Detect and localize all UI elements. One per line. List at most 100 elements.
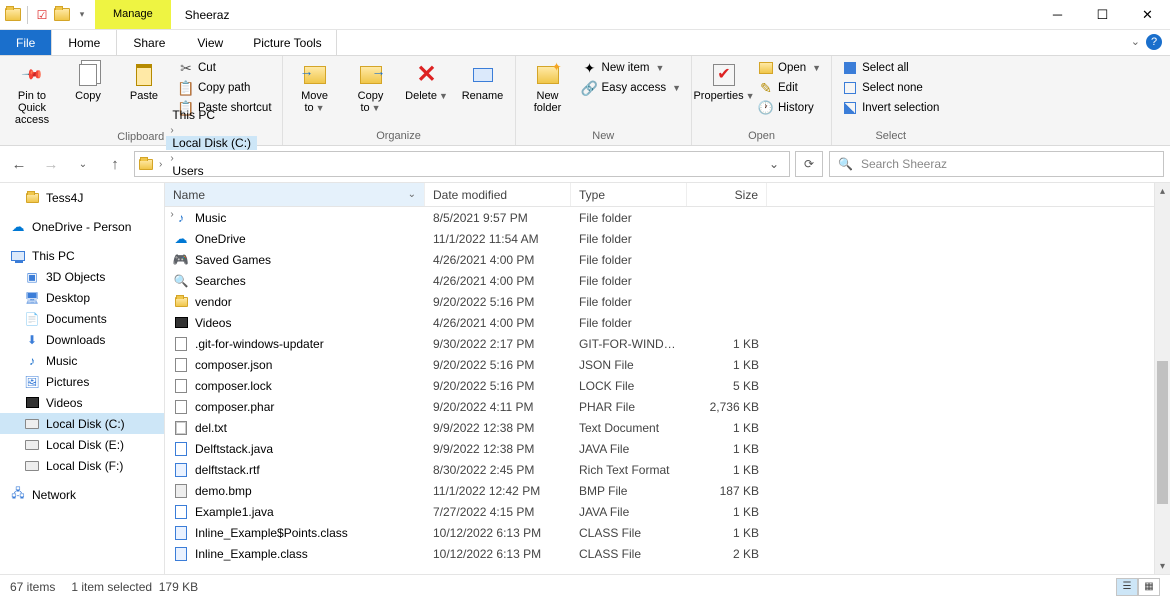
group-select: Select all Select none Invert selection … bbox=[832, 56, 949, 145]
file-type: File folder bbox=[571, 316, 687, 330]
copy-button[interactable]: Copy bbox=[62, 58, 114, 106]
column-type[interactable]: Type bbox=[571, 183, 687, 206]
tab-home[interactable]: Home bbox=[51, 30, 117, 55]
tree-3d-objects[interactable]: ▣3D Objects bbox=[0, 266, 164, 287]
file-row[interactable]: Inline_Example$Points.class10/12/2022 6:… bbox=[165, 522, 1170, 543]
nav-up-button[interactable]: ↑ bbox=[102, 151, 128, 177]
file-row[interactable]: Example1.java7/27/2022 4:15 PMJAVA File1… bbox=[165, 501, 1170, 522]
file-type: File folder bbox=[571, 274, 687, 288]
music-icon: ♪ bbox=[24, 353, 40, 369]
copy-path-button[interactable]: 📋Copy path bbox=[174, 78, 276, 98]
breadcrumb-segment[interactable]: Local Disk (C:) bbox=[166, 136, 257, 150]
tree-onedrive[interactable]: ☁OneDrive - Person bbox=[0, 216, 164, 237]
open-button[interactable]: Open▼ bbox=[754, 58, 825, 78]
new-item-button[interactable]: ✦New item▼ bbox=[578, 58, 685, 78]
tree-desktop[interactable]: 🖥Desktop bbox=[0, 287, 164, 308]
breadcrumb-segment[interactable]: This PC bbox=[166, 108, 257, 122]
address-dropdown-icon[interactable]: ⌄ bbox=[761, 157, 787, 171]
cut-button[interactable]: ✂Cut bbox=[174, 58, 276, 78]
window-title: Sheeraz bbox=[171, 0, 244, 29]
select-none-button[interactable]: Select none bbox=[838, 78, 943, 98]
file-row[interactable]: Inline_Example.class10/12/2022 6:13 PMCL… bbox=[165, 543, 1170, 564]
tree-music[interactable]: ♪Music bbox=[0, 350, 164, 371]
file-row[interactable]: vendor9/20/2022 5:16 PMFile folder bbox=[165, 291, 1170, 312]
new-folder-button[interactable]: New folder bbox=[522, 58, 574, 118]
paste-button[interactable]: Paste bbox=[118, 58, 170, 106]
tab-file[interactable]: File bbox=[0, 30, 51, 55]
copy-icon bbox=[75, 62, 101, 88]
tree-videos[interactable]: Videos bbox=[0, 392, 164, 413]
vertical-scrollbar[interactable]: ▴ ▾ bbox=[1154, 183, 1170, 574]
downloads-icon: ⬇ bbox=[24, 332, 40, 348]
edit-button[interactable]: Edit bbox=[754, 78, 825, 98]
nav-back-button[interactable]: ← bbox=[6, 151, 32, 177]
column-date[interactable]: Date modified bbox=[425, 183, 571, 206]
maximize-button[interactable]: ☐ bbox=[1080, 0, 1125, 29]
tab-picture-tools[interactable]: Picture Tools bbox=[239, 30, 336, 55]
file-size: 1 KB bbox=[687, 442, 767, 456]
collapse-ribbon-icon[interactable]: ⌄ bbox=[1131, 35, 1140, 48]
scroll-up-icon[interactable]: ▴ bbox=[1155, 183, 1170, 199]
address-bar[interactable]: › This PC›Local Disk (C:)›Users›Sheeraz›… bbox=[134, 151, 790, 177]
file-row[interactable]: composer.lock9/20/2022 5:16 PMLOCK File5… bbox=[165, 375, 1170, 396]
tree-downloads[interactable]: ⬇Downloads bbox=[0, 329, 164, 350]
file-row[interactable]: Delftstack.java9/9/2022 12:38 PMJAVA Fil… bbox=[165, 438, 1170, 459]
help-icon[interactable]: ? bbox=[1146, 34, 1162, 50]
column-name[interactable]: Name⌄ bbox=[165, 183, 425, 206]
tree-pictures[interactable]: 🖼Pictures bbox=[0, 371, 164, 392]
file-row[interactable]: 🔍Searches4/26/2021 4:00 PMFile folder bbox=[165, 270, 1170, 291]
easy-access-button[interactable]: 🔗Easy access▼ bbox=[578, 78, 685, 98]
tree-this-pc[interactable]: This PC bbox=[0, 245, 164, 266]
manage-contextual-tab[interactable]: Manage bbox=[95, 0, 171, 29]
tab-share[interactable]: Share bbox=[117, 30, 181, 55]
file-row[interactable]: demo.bmp11/1/2022 12:42 PMBMP File187 KB bbox=[165, 480, 1170, 501]
pin-to-quick-access-button[interactable]: 📌 Pin to Quick access bbox=[6, 58, 58, 130]
tree-tess4j[interactable]: Tess4J bbox=[0, 187, 164, 208]
copy-to-button[interactable]: → Copy to▼ bbox=[345, 58, 397, 118]
thumbnails-view-button[interactable]: ▦ bbox=[1138, 578, 1160, 596]
delete-button[interactable]: ✕ Delete▼ bbox=[401, 58, 453, 106]
tree-local-disk-e[interactable]: Local Disk (E:) bbox=[0, 434, 164, 455]
file-row[interactable]: .git-for-windows-updater9/30/2022 2:17 P… bbox=[165, 333, 1170, 354]
address-root-chevron-icon[interactable]: › bbox=[155, 159, 166, 170]
tab-view[interactable]: View bbox=[181, 30, 239, 55]
file-row[interactable]: ♪Music8/5/2021 9:57 PMFile folder bbox=[165, 207, 1170, 228]
scroll-down-icon[interactable]: ▾ bbox=[1155, 558, 1170, 574]
file-row[interactable]: composer.json9/20/2022 5:16 PMJSON File1… bbox=[165, 354, 1170, 375]
group-new-label: New bbox=[522, 129, 685, 143]
file-row[interactable]: ☁OneDrive11/1/2022 11:54 AMFile folder bbox=[165, 228, 1170, 249]
refresh-button[interactable]: ⟳ bbox=[795, 151, 823, 177]
rename-button[interactable]: Rename bbox=[457, 58, 509, 106]
nav-forward-button[interactable]: → bbox=[38, 151, 64, 177]
select-all-button[interactable]: Select all bbox=[838, 58, 943, 78]
close-button[interactable]: ✕ bbox=[1125, 0, 1170, 29]
minimize-button[interactable]: ─ bbox=[1035, 0, 1080, 29]
history-button[interactable]: History bbox=[754, 98, 825, 118]
onedrive-icon: ☁ bbox=[10, 219, 26, 235]
file-row[interactable]: del.txt9/9/2022 12:38 PMText Document1 K… bbox=[165, 417, 1170, 438]
column-size[interactable]: Size bbox=[687, 183, 767, 206]
file-row[interactable]: delftstack.rtf8/30/2022 2:45 PMRich Text… bbox=[165, 459, 1170, 480]
invert-selection-button[interactable]: Invert selection bbox=[838, 98, 943, 118]
search-box[interactable]: 🔍 Search Sheeraz bbox=[829, 151, 1164, 177]
file-row[interactable]: composer.phar9/20/2022 4:11 PMPHAR File2… bbox=[165, 396, 1170, 417]
file-row[interactable]: 🎮Saved Games4/26/2021 4:00 PMFile folder bbox=[165, 249, 1170, 270]
chevron-right-icon[interactable]: › bbox=[166, 153, 177, 164]
breadcrumb-segment[interactable]: Users bbox=[166, 164, 257, 178]
nav-recent-dropdown[interactable]: ⌄ bbox=[70, 151, 96, 177]
qat-properties-icon[interactable]: ☑ bbox=[33, 6, 51, 24]
move-to-button[interactable]: → Move to▼ bbox=[289, 58, 341, 118]
file-row[interactable]: Videos4/26/2021 4:00 PMFile folder bbox=[165, 312, 1170, 333]
qat-newfolder-icon[interactable] bbox=[53, 6, 71, 24]
properties-button[interactable]: ✔ Properties▼ bbox=[698, 58, 750, 106]
tree-local-disk-f[interactable]: Local Disk (F:) bbox=[0, 455, 164, 476]
file-name: Inline_Example$Points.class bbox=[195, 526, 348, 540]
tree-network[interactable]: 🖧Network bbox=[0, 484, 164, 505]
scroll-thumb[interactable] bbox=[1157, 361, 1168, 505]
details-view-button[interactable]: ☰ bbox=[1116, 578, 1138, 596]
tree-documents[interactable]: 📄Documents bbox=[0, 308, 164, 329]
tree-local-disk-c[interactable]: Local Disk (C:) bbox=[0, 413, 164, 434]
file-type: CLASS File bbox=[571, 526, 687, 540]
chevron-right-icon[interactable]: › bbox=[166, 125, 177, 136]
qat-dropdown-icon[interactable]: ▾ bbox=[73, 6, 91, 24]
